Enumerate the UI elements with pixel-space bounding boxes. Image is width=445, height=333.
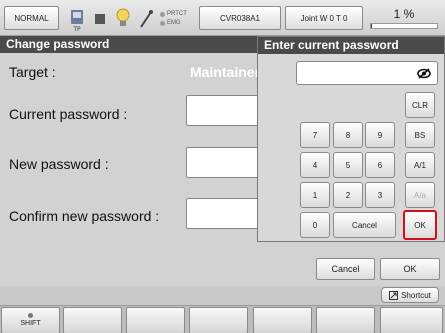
current-password-label: Current password :: [9, 106, 128, 122]
shortcut-label: Shortcut: [401, 290, 431, 300]
key-7[interactable]: 7: [300, 122, 330, 148]
function-key-2[interactable]: [126, 307, 185, 333]
keypad-cancel-button[interactable]: Cancel: [333, 212, 396, 238]
current-password-field[interactable]: [186, 95, 266, 126]
key-0[interactable]: 0: [300, 212, 330, 238]
target-label: Target :: [9, 64, 56, 80]
function-key-4[interactable]: [253, 307, 312, 333]
backspace-key[interactable]: BS: [405, 122, 435, 148]
hide-password-icon[interactable]: [417, 68, 431, 79]
new-password-label: New password :: [9, 156, 109, 172]
coordinate-button[interactable]: Joint W 0 T 0: [285, 6, 363, 30]
function-key-1[interactable]: [63, 307, 122, 333]
speed-override[interactable]: 1 %: [366, 5, 442, 31]
program-button[interactable]: CVR038A1: [199, 6, 281, 30]
prtct-led-icon: [160, 12, 165, 17]
key-1[interactable]: 1: [300, 182, 330, 208]
tool-icon: [140, 10, 153, 28]
clr-key[interactable]: CLR: [405, 92, 435, 118]
key-9[interactable]: 9: [365, 122, 395, 148]
shortcut-button[interactable]: Shortcut: [381, 287, 439, 303]
current-password-input[interactable]: [296, 61, 438, 85]
stop-icon: [95, 14, 105, 24]
key-5[interactable]: 5: [333, 152, 363, 178]
protect-emergency-indicators: PRTCT EMG: [160, 10, 187, 28]
prtct-label: PRTCT: [167, 11, 187, 17]
function-key-5[interactable]: [316, 307, 375, 333]
shortcut-icon: [389, 290, 399, 300]
teach-pendant-icon: TP: [71, 10, 83, 33]
alpha-numeric-key[interactable]: A/1: [405, 152, 435, 178]
shift-label: SHIFT: [20, 320, 41, 327]
mode-button[interactable]: NORMAL: [4, 6, 59, 30]
key-8[interactable]: 8: [333, 122, 363, 148]
function-key-6[interactable]: [380, 307, 443, 333]
keypad-title: Enter current password: [258, 37, 444, 54]
case-toggle-key: A/a: [405, 182, 435, 208]
new-password-field[interactable]: [186, 147, 266, 178]
speed-value: 1 %: [393, 7, 415, 21]
svg-text:TP: TP: [72, 26, 81, 33]
emg-label: EMG: [167, 20, 181, 26]
key-2[interactable]: 2: [333, 182, 363, 208]
speed-fill: [371, 24, 373, 28]
function-key-bar: SHIFT: [0, 305, 445, 333]
lamp-icon: [116, 8, 130, 26]
status-bar: NORMAL TP PRTCT EMG CVR038A1 Joint W 0 T…: [0, 0, 445, 36]
shift-led-icon: [28, 313, 33, 318]
shift-key[interactable]: SHIFT: [1, 307, 60, 333]
confirm-password-label: Confirm new password :: [9, 208, 160, 224]
function-key-3[interactable]: [189, 307, 248, 333]
key-3[interactable]: 3: [365, 182, 395, 208]
keypad-ok-button[interactable]: OK: [403, 210, 437, 240]
key-6[interactable]: 6: [365, 152, 395, 178]
confirm-password-field[interactable]: [186, 198, 266, 229]
emg-led-icon: [160, 21, 165, 26]
speed-bar: [370, 23, 438, 29]
target-value: Maintainer: [190, 64, 260, 80]
cancel-button[interactable]: Cancel: [316, 258, 375, 280]
key-4[interactable]: 4: [300, 152, 330, 178]
ok-button[interactable]: OK: [380, 258, 440, 280]
keypad-popup: Enter current password CLR 7 8 9 BS 4 5 …: [257, 36, 445, 242]
